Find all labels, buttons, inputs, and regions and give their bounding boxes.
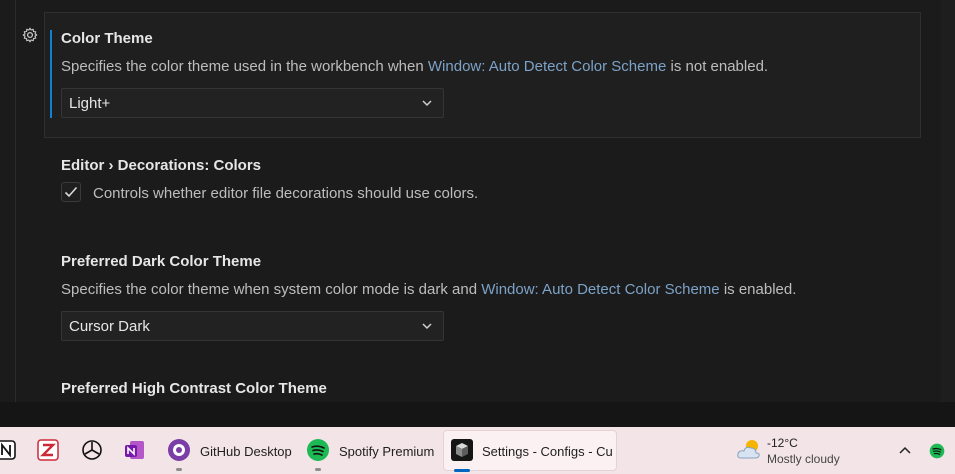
cloudy-icon[interactable] — [735, 436, 763, 464]
spotify-tray-icon[interactable] — [929, 443, 945, 459]
desc-text: is enabled. — [719, 281, 797, 298]
checkmark-icon — [64, 186, 78, 198]
dropdown-value: Cursor Dark — [69, 318, 150, 335]
color-theme-dropdown[interactable]: Light+ — [61, 88, 444, 118]
cursor-window-label[interactable]: Settings - Configs - Curs — [482, 444, 612, 459]
color-theme-setting — [44, 12, 921, 138]
desc-text: is not enabled. — [666, 58, 769, 75]
desc-text: Specifies the color theme when system co… — [61, 281, 482, 298]
editor-bottom-strip — [0, 402, 955, 427]
editor-divider — [15, 0, 16, 402]
color-theme-title: Color Theme — [61, 30, 153, 47]
chevron-down-icon — [422, 100, 432, 107]
decorations-title: Editor › Decorations: Colors — [61, 157, 262, 174]
gear-icon[interactable] — [22, 27, 38, 43]
desc-text: Specifies the color theme used in the wo… — [61, 58, 428, 75]
preferred-dark-description: Specifies the color theme when system co… — [61, 281, 796, 298]
weather-temperature[interactable]: -12°C — [767, 436, 798, 450]
auto-detect-link[interactable]: Window: Auto Detect Color Scheme — [481, 281, 719, 298]
chatgpt-icon[interactable] — [80, 438, 104, 462]
github-desktop-label[interactable]: GitHub Desktop — [200, 444, 292, 459]
chevron-down-icon — [422, 323, 432, 330]
spotify-icon[interactable] — [306, 438, 330, 462]
github-desktop-icon[interactable] — [167, 438, 191, 462]
spotify-label[interactable]: Spotify Premium — [339, 444, 434, 459]
running-indicator — [315, 468, 321, 471]
cursor-icon[interactable] — [450, 438, 474, 462]
chevron-up-icon[interactable] — [898, 444, 912, 458]
preferred-high-contrast-title: Preferred High Contrast Color Theme — [61, 380, 327, 397]
active-indicator — [454, 469, 470, 472]
scrollbar[interactable] — [941, 0, 955, 402]
focus-indicator — [50, 30, 52, 118]
color-theme-description: Specifies the color theme used in the wo… — [61, 58, 768, 75]
decorations-checkbox[interactable] — [61, 182, 81, 202]
zotero-icon[interactable] — [36, 438, 60, 462]
notion-icon[interactable] — [0, 438, 18, 462]
preferred-dark-dropdown[interactable]: Cursor Dark — [61, 311, 444, 341]
settings-editor: Color Theme Specifies the color theme us… — [0, 0, 955, 402]
dropdown-value: Light+ — [69, 95, 111, 112]
decorations-label: Controls whether editor file decorations… — [93, 185, 479, 202]
preferred-dark-title: Preferred Dark Color Theme — [61, 253, 262, 270]
weather-condition[interactable]: Mostly cloudy — [767, 452, 840, 466]
running-indicator — [176, 468, 182, 471]
taskbar: GitHub Desktop Spotify Premium Settings … — [0, 427, 955, 474]
onenote-icon[interactable] — [123, 438, 147, 462]
auto-detect-link[interactable]: Window: Auto Detect Color Scheme — [428, 58, 666, 75]
